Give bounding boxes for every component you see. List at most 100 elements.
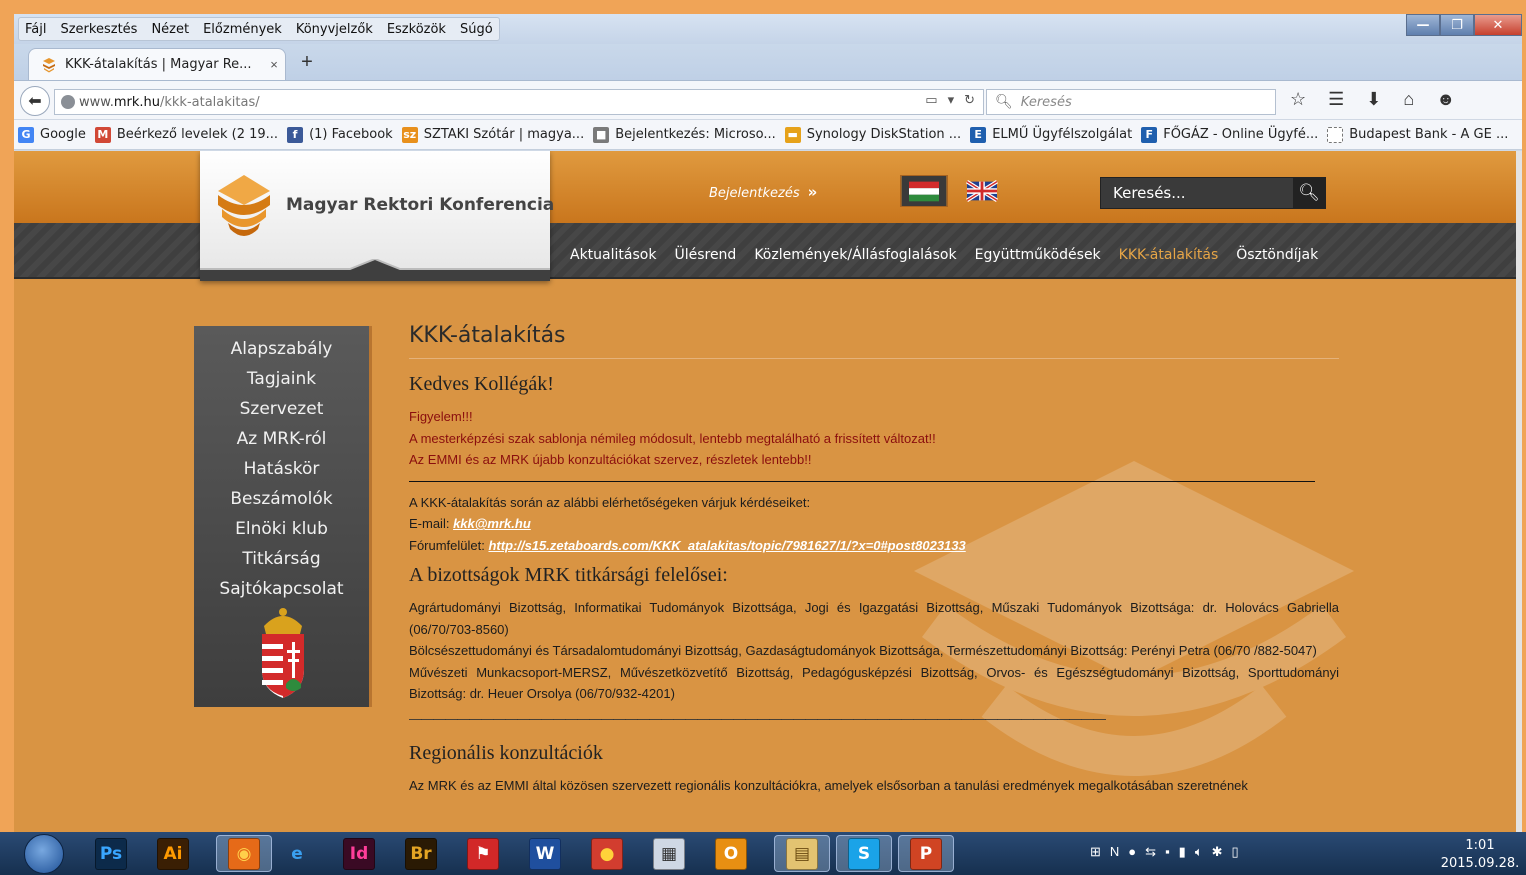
bookmark-item[interactable]: sz SZTAKI Szótár | magya... [401, 126, 584, 143]
maximize-icon: ❐ [1451, 17, 1463, 33]
menu-tools[interactable]: Eszközök [387, 22, 446, 37]
bookmark-item[interactable]: E ELMŰ Ügyfélszolgálat [970, 126, 1132, 143]
system-tray: ⊞ N ● ⇆ ▪ ▮ 🔈︎ ✱ ▯ [1090, 844, 1239, 860]
bookmark-item[interactable]: ▬ Synology DiskStation ... [784, 126, 961, 143]
tab-close-icon[interactable]: × [263, 57, 285, 72]
bookmark-item[interactable]: F FŐGÁZ - Online Ügyfé... [1141, 126, 1318, 143]
bookmark-item[interactable]: f (1) Facebook [287, 126, 393, 143]
search-input[interactable]: 🔍︎ Keresés [986, 89, 1276, 115]
menu-history[interactable]: Előzmények [203, 22, 282, 37]
menu-view[interactable]: Nézet [151, 22, 189, 37]
forum-link[interactable]: http://s15.zetaboards.com/KKK_atalakitas… [488, 538, 965, 553]
nav-ulesrend[interactable]: Ülésrend [674, 247, 736, 263]
notice-line-1: Figyelem!!! [409, 409, 473, 424]
sidebar-item-elnoki-klub[interactable]: Elnöki klub [194, 514, 369, 544]
sidebar-item-tagjaink[interactable]: Tagjaink [194, 364, 369, 394]
download-icon[interactable]: ⬇ [1366, 89, 1381, 110]
sidebar-item-szervezet[interactable]: Szervezet [194, 394, 369, 424]
bookmarks-bar: G Google M Beérkező levelek (2 19... f (1) Fa… [14, 120, 1522, 150]
calculator-icon[interactable]: ▦ [650, 835, 688, 872]
uk-flag-icon[interactable] [958, 175, 1006, 207]
back-button[interactable]: ⬅ [20, 86, 50, 116]
photoshop-icon[interactable]: Ps [92, 835, 130, 872]
site-search-input[interactable]: Keresés... 🔍︎ [1100, 177, 1326, 209]
menu-bookmarks[interactable]: Könyvjelzők [296, 22, 373, 37]
sidebar-item-sajtokapcsolat[interactable]: Sajtókapcsolat [194, 574, 369, 604]
email-link[interactable]: kkk@mrk.hu [453, 516, 531, 531]
menu-file[interactable]: Fájl [25, 22, 46, 37]
nav-osztondijak[interactable]: Ösztöndíjak [1236, 247, 1318, 263]
firefox-icon[interactable]: ◉ [216, 835, 272, 872]
word-icon[interactable]: W [526, 835, 564, 872]
outlook-icon[interactable]: O [712, 835, 750, 872]
chat-icon[interactable]: ☻ [1436, 89, 1455, 110]
tray-battery-icon[interactable]: ▯ [1232, 844, 1239, 860]
clock[interactable]: 1:01 2015.09.28. [1440, 837, 1520, 873]
illustrator-icon[interactable]: Ai [154, 835, 192, 872]
indesign-icon[interactable]: Id [340, 835, 378, 872]
site-search-button[interactable]: 🔍︎ [1293, 178, 1325, 208]
bridge-icon-glyph: Br [405, 837, 437, 870]
app-red-icon[interactable]: ⚑ [464, 835, 502, 872]
login-link[interactable]: Bejelentkezés » [709, 183, 817, 201]
mrk-emblem-icon [218, 175, 270, 236]
tray-onenote-icon[interactable]: N [1110, 844, 1119, 860]
scrollbar[interactable] [1516, 151, 1522, 832]
notice-line-3: Az EMMI és az MRK újabb konzultációkat s… [409, 452, 812, 467]
google-icon: G [18, 126, 34, 143]
nav-kkk-atalakitas[interactable]: KKK-átalakítás [1119, 247, 1219, 263]
sidebar-item-alapszabaly[interactable]: Alapszabály [194, 334, 369, 364]
tray-status-icon[interactable]: ● [1128, 844, 1136, 860]
start-button[interactable] [24, 834, 64, 874]
tray-network-icon[interactable]: ⇆ [1145, 844, 1156, 860]
tray-windows-icon[interactable]: ⊞ [1090, 844, 1101, 860]
nav-aktualitasok[interactable]: Aktualitások [570, 247, 656, 263]
bookmark-star-icon[interactable]: ☆ [1290, 89, 1306, 110]
sidebar-item-hataskor[interactable]: Hatáskör [194, 454, 369, 484]
reload-icon[interactable]: ↻ [964, 93, 975, 108]
ie-icon[interactable]: e [278, 835, 316, 872]
language-flags [900, 175, 1006, 207]
coat-of-arms-icon[interactable] [256, 604, 310, 700]
nav-kozlemenyek[interactable]: Közlemények/Állásfoglalások [754, 247, 956, 263]
site-logo[interactable]: Magyar Rektori Konferencia [200, 151, 554, 281]
close-window-button[interactable]: ✕ [1474, 14, 1522, 36]
bridge-icon[interactable]: Br [402, 835, 440, 872]
bookmark-item[interactable]: M Beérkező levelek (2 19... [94, 126, 278, 143]
nav-egyuttmukodesek[interactable]: Együttműködések [975, 247, 1101, 263]
menu-help[interactable]: Súgó [460, 22, 493, 37]
bookmark-item[interactable]: Budapest Bank - A GE ... [1327, 126, 1508, 143]
menu-edit[interactable]: Szerkesztés [60, 22, 137, 37]
tray-app-icon[interactable]: ▪ [1165, 844, 1170, 860]
tray-signal-icon[interactable]: ▮ [1179, 844, 1186, 860]
reader-view-icon[interactable]: ▭ [925, 93, 937, 108]
dropdown-icon[interactable]: ▾ [948, 93, 955, 108]
bookmark-item[interactable]: ■ Bejelentkezés: Microso... [593, 126, 776, 143]
search-placeholder: Keresés [1020, 94, 1072, 110]
bookmark-item[interactable]: G Google [18, 126, 86, 143]
tray-volume-icon[interactable]: 🔈︎ [1195, 844, 1203, 860]
bookmarks-list-icon[interactable]: ☰ [1328, 89, 1344, 110]
minimize-button[interactable]: — [1406, 14, 1440, 36]
sidebar-item-beszamolok[interactable]: Beszámolók [194, 484, 369, 514]
address-bar[interactable]: www.mrk.hu /kkk-atalakitas/ ▭ ▾ ↻ [54, 89, 984, 115]
home-icon[interactable]: ⌂ [1403, 89, 1414, 110]
hungarian-flag-icon[interactable] [900, 175, 948, 207]
explorer-icon[interactable]: ▤ [774, 835, 830, 872]
committees-paragraph-3: Művészeti Munkacsoport-MERSZ, Művészetkö… [409, 664, 1339, 702]
tray-bluetooth-icon[interactable]: ✱ [1212, 844, 1223, 860]
sidebar: Alapszabály Tagjaink Szervezet Az MRK-ró… [194, 326, 372, 707]
sidebar-item-titkarsag[interactable]: Titkárság [194, 544, 369, 574]
word-icon-glyph: W [529, 837, 561, 870]
maximize-button[interactable]: ❐ [1440, 14, 1474, 36]
skype-icon[interactable]: S [836, 835, 892, 872]
bookmark-label: Google [40, 127, 86, 142]
new-tab-button[interactable]: + [296, 52, 318, 74]
powerpoint-icon[interactable]: P [898, 835, 954, 872]
tab-kkk-atalakitas[interactable]: KKK-átalakítás | Magyar Re... × [28, 48, 286, 80]
chrome-icon[interactable]: ● [588, 835, 626, 872]
sidebar-item-az-mrk-rol[interactable]: Az MRK-ról [194, 424, 369, 454]
double-chevron-icon: » [807, 183, 818, 201]
facebook-icon: f [287, 126, 304, 143]
sztaki-icon: sz [401, 126, 418, 143]
